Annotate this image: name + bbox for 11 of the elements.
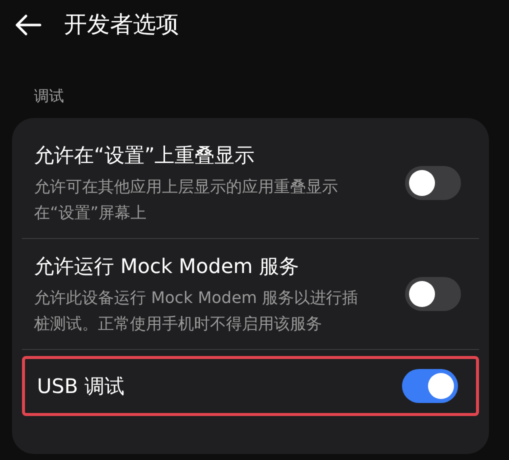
setting-title: USB 调试	[37, 373, 126, 400]
toggle-switch[interactable]	[405, 277, 461, 311]
setting-description: 允许此设备运行 Mock Modem 服务以进行插桩测试。正常使用手机时不得启用该服务	[34, 287, 360, 335]
setting-title: 允许在“设置”上重叠显示	[34, 142, 256, 169]
setting-description: 允许可在其他应用上层显示的应用重叠显示在“设置”屏幕上	[34, 176, 339, 224]
toggle-switch[interactable]	[405, 166, 461, 200]
page-title: 开发者选项	[64, 10, 179, 40]
back-icon[interactable]	[14, 13, 42, 37]
toggle-switch[interactable]	[402, 369, 458, 403]
section-label: 调试	[34, 87, 64, 105]
setting-title: 允许运行 Mock Modem 服务	[34, 253, 300, 280]
